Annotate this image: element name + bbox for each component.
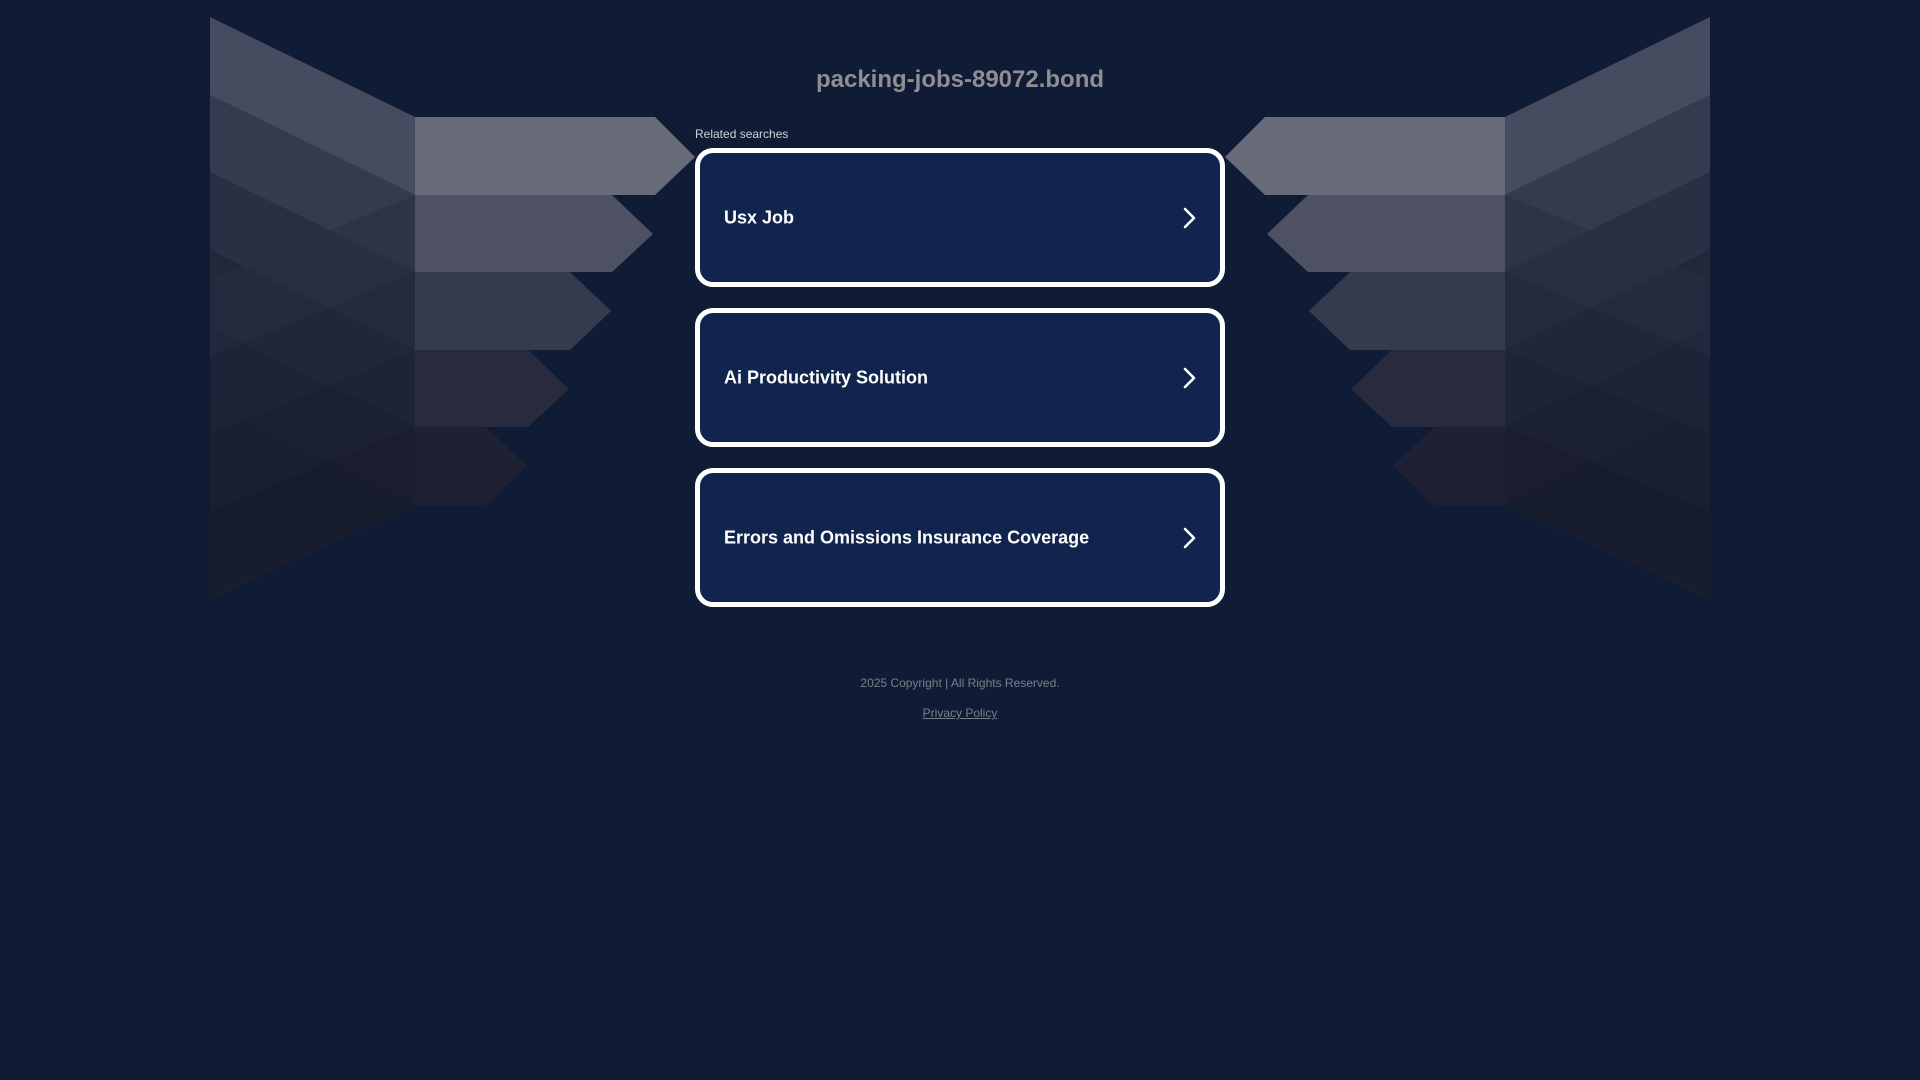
chevron-right-icon: [1183, 367, 1196, 388]
related-search-result[interactable]: Ai Productivity Solution: [695, 308, 1225, 447]
related-search-result[interactable]: Errors and Omissions Insurance Coverage: [695, 468, 1225, 607]
left-wing-decoration: [210, 17, 695, 600]
chevron-right-icon: [1183, 527, 1196, 548]
copyright-text: 2025 Copyright | All Rights Reserved.: [860, 676, 1060, 690]
privacy-policy-container: Privacy Policy: [0, 706, 1920, 720]
right-wing-decoration: [1225, 17, 1710, 600]
related-search-label: Ai Productivity Solution: [724, 367, 929, 387]
page: packing-jobs-89072.bond Related searches…: [0, 0, 1920, 1080]
related-searches-label: Related searches: [695, 127, 789, 141]
related-search-label: Usx Job: [724, 207, 795, 227]
related-search-label: Errors and Omissions Insurance Coverage: [724, 527, 1090, 547]
related-search-result[interactable]: Usx Job: [695, 148, 1225, 287]
privacy-policy-link[interactable]: Privacy Policy: [923, 706, 998, 720]
chevron-right-icon: [1183, 207, 1196, 228]
domain-title: packing-jobs-89072.bond: [815, 66, 1105, 93]
